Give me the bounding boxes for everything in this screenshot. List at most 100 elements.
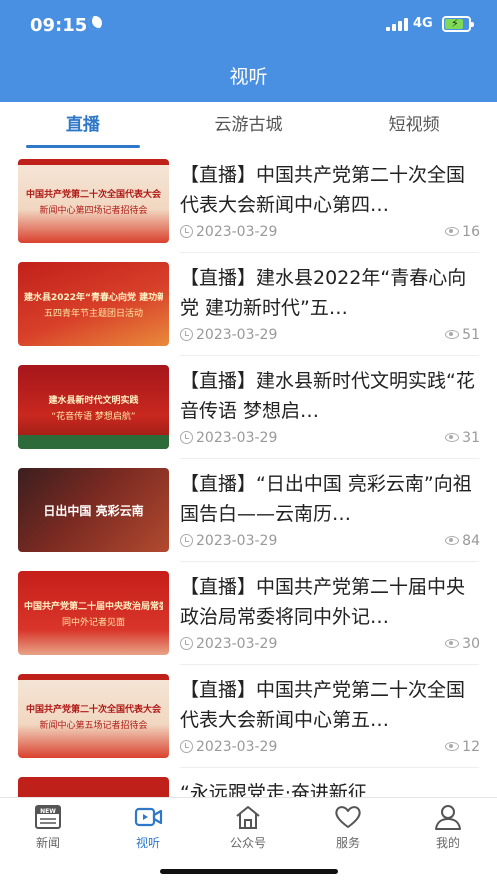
app-header: 09:15 4G ⚡ 视听 [0, 0, 497, 102]
list-item[interactable]: 中国共产党第二十届中央政治局常委 同中外记者见面 【直播】中国共产党第二十届中央… [0, 562, 497, 665]
item-date: 2023-03-29 [180, 224, 277, 240]
moon-icon [88, 16, 102, 30]
item-date: 2023-03-29 [180, 533, 277, 549]
battery-charging-icon: ⚡ [442, 16, 474, 32]
page-title: 视听 [229, 66, 268, 88]
thumbnail-title: 建水县2022年“青春心向党 建功新时代” [24, 293, 163, 303]
eye-icon [445, 330, 460, 339]
thumbnail: 中国共产党第二十届中央政治局常委 同中外记者见面 [18, 571, 169, 655]
item-views: 12 [445, 739, 480, 755]
date-text: 2023-03-29 [196, 430, 278, 446]
date-text: 2023-03-29 [196, 327, 278, 343]
item-meta: 2023-03-29 31 [180, 430, 480, 448]
clock-icon [180, 328, 193, 341]
list-item[interactable]: 日出中国 亮彩云南 【直播】“日出中国 亮彩云南”向祖国告白——云南历… 202… [0, 459, 497, 562]
nav-label: 视听 [135, 836, 160, 850]
signal-icon [386, 18, 408, 31]
clock-icon [180, 225, 193, 238]
home-indicator[interactable] [160, 869, 338, 874]
newspaper-icon: NEW [33, 804, 63, 830]
date-text: 2023-03-29 [196, 636, 278, 652]
thumbnail: 中国共产党第二十次全国代表大会 新闻中心第五场记者招待会 [18, 674, 169, 758]
item-title[interactable]: 【直播】中国共产党第二十届中央政治局常委将同中外记… [180, 572, 480, 632]
item-date: 2023-03-29 [180, 327, 277, 343]
eye-icon [445, 639, 460, 648]
thumbnail-title: 中国共产党第二十次全国代表大会 [25, 190, 161, 200]
nav-official-account[interactable]: 公众号 [218, 804, 278, 851]
clock-icon [180, 534, 193, 547]
item-meta: 2023-03-29 51 [180, 327, 480, 345]
list-item[interactable]: 建水县新时代文明实践 “花音传语 梦想启航” 【直播】建水县新时代文明实践“花音… [0, 356, 497, 459]
item-views: 31 [445, 430, 480, 446]
date-text: 2023-03-29 [196, 224, 278, 240]
nav-label: 公众号 [229, 836, 266, 850]
thumbnail-subtitle: 新闻中心第四场记者招待会 [39, 206, 148, 216]
clock-icon [180, 740, 193, 753]
item-meta: 2023-03-29 30 [180, 636, 480, 654]
thumbnail: 建水县新时代文明实践 “花音传语 梦想启航” [18, 365, 169, 449]
date-text: 2023-03-29 [196, 533, 278, 549]
item-title[interactable]: 【直播】中国共产党第二十次全国代表大会新闻中心第五… [180, 675, 480, 735]
clock-icon [180, 431, 193, 444]
date-text: 2023-03-29 [196, 739, 278, 755]
status-time: 09:15 [30, 15, 88, 36]
clock-icon [180, 637, 193, 650]
nav-news[interactable]: NEW 新闻 [18, 804, 78, 851]
views-text: 31 [462, 430, 480, 446]
heart-icon [333, 804, 363, 830]
person-icon [433, 804, 463, 830]
list-item[interactable]: “永远跟党走·奋进新征 [0, 768, 497, 800]
list-item[interactable]: 中国共产党第二十次全国代表大会 新闻中心第四场记者招待会 【直播】中国共产党第二… [0, 150, 497, 253]
nav-label: 我的 [435, 836, 460, 850]
item-title[interactable]: 【直播】“日出中国 亮彩云南”向祖国告白——云南历… [180, 469, 480, 529]
tab-bar: 直播 云游古城 短视频 [0, 102, 497, 150]
nav-video[interactable]: 视听 [118, 804, 178, 851]
tab-cloud-tour[interactable]: 云游古城 [166, 102, 332, 150]
svg-text:NEW: NEW [40, 808, 56, 815]
tab-short-video[interactable]: 短视频 [331, 102, 497, 150]
thumbnail-subtitle: “花音传语 梦想启航” [51, 412, 136, 422]
thumbnail-title: 建水县新时代文明实践 [48, 396, 139, 406]
item-meta: 2023-03-29 16 [180, 224, 480, 242]
views-text: 51 [462, 327, 480, 343]
nav-label: 服务 [335, 836, 360, 850]
item-title[interactable]: 【直播】中国共产党第二十次全国代表大会新闻中心第四… [180, 160, 480, 220]
views-text: 30 [462, 636, 480, 652]
thumbnail-title: 中国共产党第二十次全国代表大会 [25, 705, 161, 715]
item-date: 2023-03-29 [180, 739, 277, 755]
eye-icon [445, 433, 460, 442]
views-text: 12 [462, 739, 480, 755]
list-item[interactable]: 建水县2022年“青春心向党 建功新时代” 五四青年节主题团日活动 【直播】建水… [0, 253, 497, 356]
eye-icon [445, 227, 460, 236]
item-date: 2023-03-29 [180, 430, 277, 446]
video-icon [133, 804, 163, 830]
house-icon [233, 804, 263, 830]
list-item[interactable]: 中国共产党第二十次全国代表大会 新闻中心第五场记者招待会 【直播】中国共产党第二… [0, 665, 497, 768]
nav-service[interactable]: 服务 [318, 804, 378, 851]
thumbnail-title: 日出中国 亮彩云南 [43, 504, 144, 518]
thumbnail-subtitle: 五四青年节主题团日活动 [43, 309, 143, 319]
thumbnail-subtitle: 新闻中心第五场记者招待会 [39, 721, 148, 731]
item-date: 2023-03-29 [180, 636, 277, 652]
item-title[interactable]: 【直播】建水县2022年“青春心向党 建功新时代”五… [180, 263, 480, 323]
item-title[interactable]: 【直播】建水县新时代文明实践“花音传语 梦想启… [180, 366, 480, 426]
eye-icon [445, 536, 460, 545]
network-label: 4G [413, 16, 433, 31]
thumbnail: 日出中国 亮彩云南 [18, 468, 169, 552]
nav-profile[interactable]: 我的 [418, 804, 478, 851]
item-views: 51 [445, 327, 480, 343]
tab-live[interactable]: 直播 [0, 102, 166, 150]
video-list: 中国共产党第二十次全国代表大会 新闻中心第四场记者招待会 【直播】中国共产党第二… [0, 150, 497, 800]
thumbnail-title: 中国共产党第二十届中央政治局常委 [24, 602, 163, 612]
item-views: 16 [445, 224, 480, 240]
item-meta: 2023-03-29 84 [180, 533, 480, 551]
status-bar: 09:15 4G ⚡ [0, 0, 497, 50]
thumbnail: 建水县2022年“青春心向党 建功新时代” 五四青年节主题团日活动 [18, 262, 169, 346]
item-views: 84 [445, 533, 480, 549]
thumbnail: 中国共产党第二十次全国代表大会 新闻中心第四场记者招待会 [18, 159, 169, 243]
item-views: 30 [445, 636, 480, 652]
views-text: 16 [462, 224, 480, 240]
item-meta: 2023-03-29 12 [180, 739, 480, 757]
views-text: 84 [462, 533, 480, 549]
nav-label: 新闻 [35, 836, 60, 850]
